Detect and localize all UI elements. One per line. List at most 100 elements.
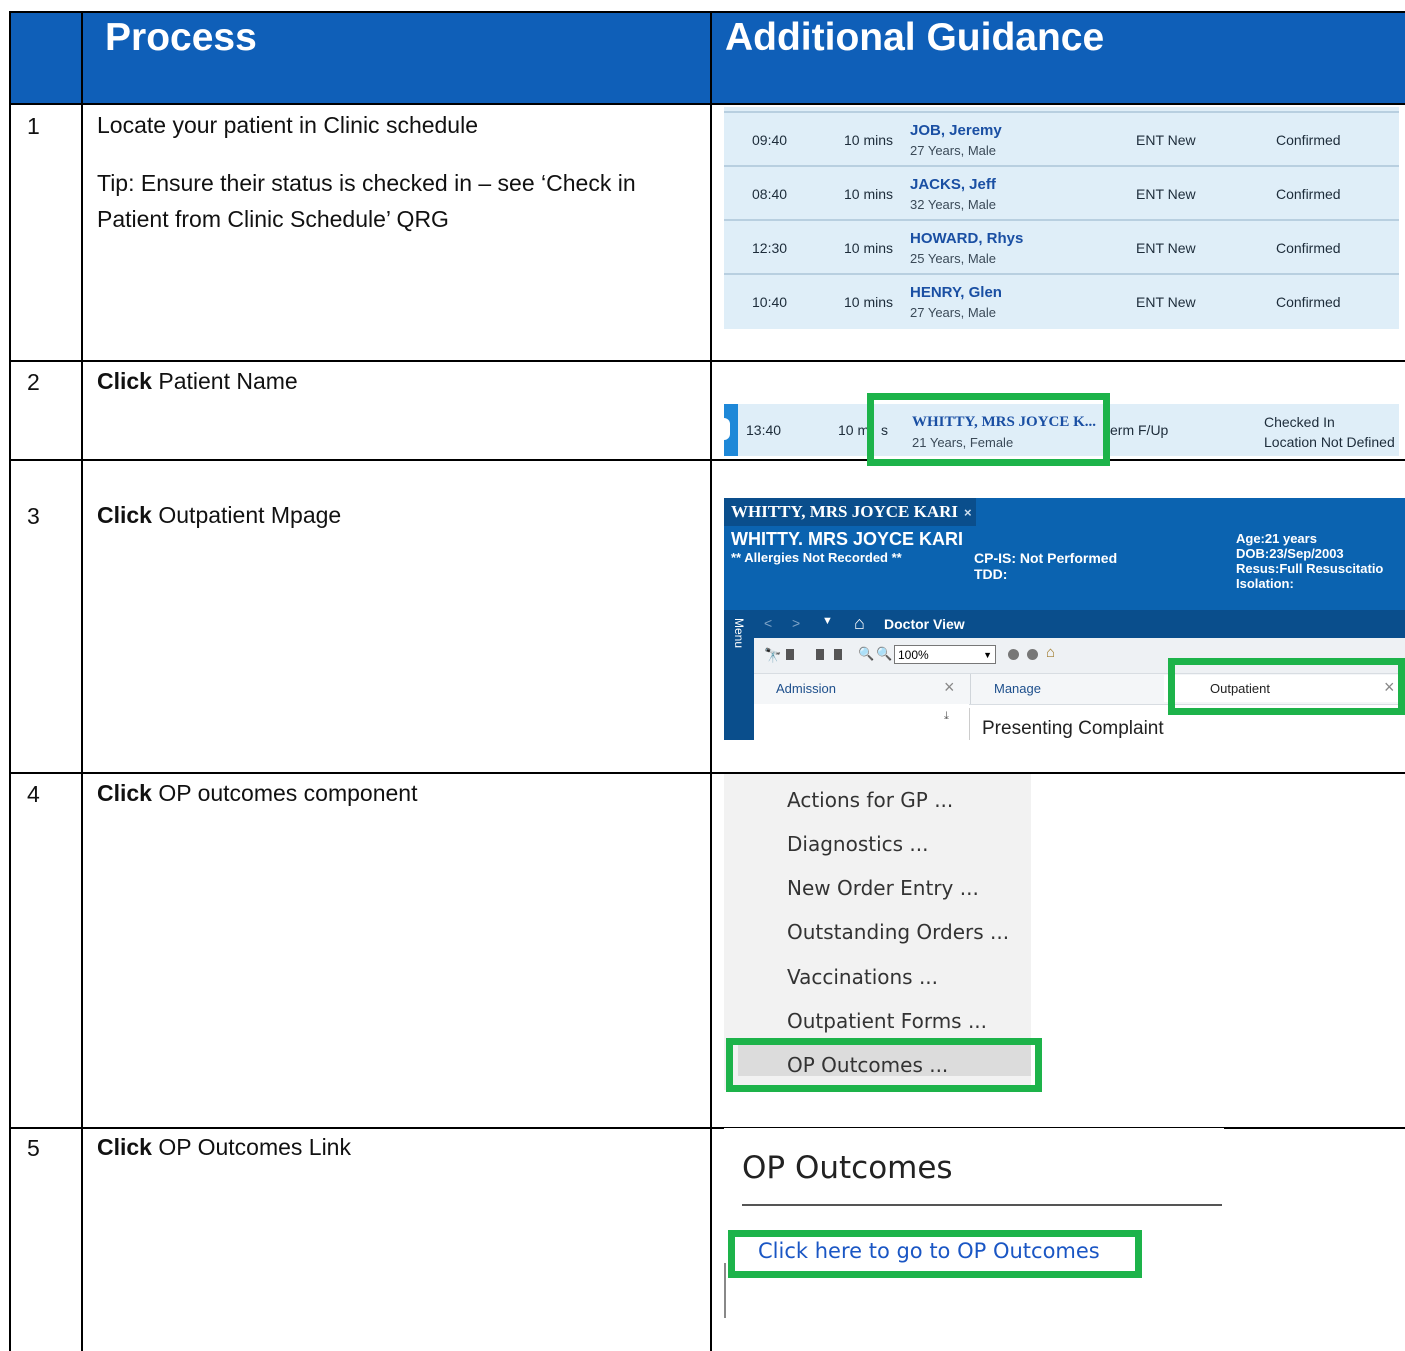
step-action: Patient Name xyxy=(151,368,298,394)
step-2-text: Click Patient Name xyxy=(97,355,707,408)
schedule-row[interactable]: 10:40 10 mins HENRY, Glen 27 Years, Male… xyxy=(724,273,1399,329)
appointment-status: Confirmed xyxy=(1276,132,1341,148)
tab-divider xyxy=(970,674,971,704)
appointment-status: Confirmed xyxy=(1276,240,1341,256)
patient-tab-label: WHITTY, MRS JOYCE KARI xyxy=(731,502,959,521)
appointment-type: erm F/Up xyxy=(1110,422,1169,438)
component-outpatient-forms[interactable]: Outpatient Forms ... xyxy=(787,1009,987,1033)
zoom-select[interactable]: 100% ▼ xyxy=(894,645,996,664)
zoom-in-icon[interactable]: 🔍 xyxy=(876,646,892,662)
appointment-time: 10:40 xyxy=(752,294,788,310)
zoom-out-icon[interactable]: 🔍 xyxy=(858,646,874,662)
forward-icon[interactable]: > xyxy=(792,615,800,631)
appointment-time: 12:30 xyxy=(752,240,788,256)
isolation-label: Isolation: xyxy=(1236,576,1294,591)
step-action: Outpatient Mpage xyxy=(151,502,342,528)
presenting-complaint-heading: Presenting Complaint xyxy=(982,718,1164,739)
age-label: Age:21 years xyxy=(1236,531,1317,546)
circle-icon[interactable] xyxy=(1027,649,1038,660)
print-icon[interactable] xyxy=(816,649,824,660)
binoculars-icon[interactable]: 🔭 xyxy=(764,647,781,664)
patient-name-link[interactable]: JOB, Jeremy xyxy=(910,122,1002,139)
doctor-view-label: Doctor View xyxy=(884,616,965,632)
appointment-status: Confirmed xyxy=(1276,186,1341,202)
tab-manage[interactable]: Manage xyxy=(994,681,1041,696)
panel-edge xyxy=(724,1263,726,1318)
home-icon[interactable]: ⌂ xyxy=(1046,644,1055,661)
step-3-text: Click Outpatient Mpage xyxy=(97,489,707,542)
title-rule xyxy=(742,1204,1222,1206)
column-divider-2 xyxy=(710,12,712,1351)
home-icon[interactable]: ⌂ xyxy=(854,613,865,634)
component-actions-for-gp[interactable]: Actions for GP ... xyxy=(787,788,953,812)
pin-icon[interactable]: ⤓ xyxy=(944,710,949,723)
highlight-box xyxy=(867,393,1110,466)
allergies-status: ** Allergies Not Recorded ** xyxy=(731,550,902,565)
patient-tab[interactable]: WHITTY, MRS JOYCE KARI × xyxy=(724,498,976,526)
patient-details: 25 Years, Male xyxy=(910,251,997,266)
appointment-time: 13:40 xyxy=(746,422,782,438)
component-outstanding-orders[interactable]: Outstanding Orders ... xyxy=(787,920,1009,944)
appointment-time: 09:40 xyxy=(752,132,788,148)
table-border-top xyxy=(9,11,1405,13)
print-icon[interactable] xyxy=(834,649,842,660)
resus-label: Resus:Full Resuscitatio xyxy=(1236,561,1384,576)
schedule-row[interactable]: 09:40 10 mins JOB, Jeremy 27 Years, Male… xyxy=(724,111,1399,167)
zoom-value: 100% xyxy=(898,648,929,662)
column-divider-1 xyxy=(81,12,83,1351)
step-1-text: Locate your patient in Clinic schedule xyxy=(97,112,479,138)
cpis-status: CP-IS: Not Performed xyxy=(974,550,1118,566)
close-icon[interactable]: × xyxy=(944,677,955,698)
patient-name-link[interactable]: JACKS, Jeff xyxy=(910,176,996,193)
clinic-schedule-screenshot: 09:40 10 mins JOB, Jeremy 27 Years, Male… xyxy=(724,107,1399,329)
appointment-type: ENT New xyxy=(1136,240,1196,256)
dob-label: DOB:23/Sep/2003 xyxy=(1236,546,1344,561)
table-border-left xyxy=(9,12,11,1351)
navigation-bar: < > ▼ ⌂ Doctor View xyxy=(724,610,1405,638)
component-new-order-entry[interactable]: New Order Entry ... xyxy=(787,876,979,900)
chevron-down-icon: ▼ xyxy=(983,650,992,660)
appointment-duration: 10 mins xyxy=(844,186,894,202)
side-panel: ⤓ xyxy=(754,704,969,740)
banner-patient-name: WHITTY. MRS JOYCE KARI xyxy=(731,529,964,549)
tdd-label: TDD: xyxy=(974,566,1008,582)
step-number: 2 xyxy=(27,369,40,395)
click-label: Click xyxy=(97,368,152,394)
appointment-duration: 10 mins xyxy=(844,132,894,148)
panel-divider xyxy=(969,708,970,740)
patient-details: 27 Years, Male xyxy=(910,305,997,320)
circle-icon[interactable] xyxy=(1008,649,1019,660)
step-5-text: Click OP Outcomes Link xyxy=(97,1121,707,1174)
page-icon[interactable] xyxy=(786,649,794,660)
close-icon[interactable]: × xyxy=(964,505,972,520)
chevron-down-icon[interactable]: ▼ xyxy=(822,615,833,627)
patient-name-link[interactable]: HOWARD, Rhys xyxy=(910,230,1023,247)
op-outcomes-screenshot: OP Outcomes Click here to go to OP Outco… xyxy=(724,1128,1224,1318)
patient-details: 27 Years, Male xyxy=(910,143,997,158)
step-4-text: Click OP outcomes component xyxy=(97,767,707,820)
highlight-box xyxy=(1168,658,1405,715)
highlight-box xyxy=(728,1230,1142,1278)
tab-admission[interactable]: Admission xyxy=(776,681,836,696)
component-diagnostics[interactable]: Diagnostics ... xyxy=(787,832,928,856)
component-vaccinations[interactable]: Vaccinations ... xyxy=(787,965,938,989)
header-process: Process xyxy=(105,16,257,59)
row-selection-bar xyxy=(724,404,738,456)
schedule-row[interactable]: 12:30 10 mins HOWARD, Rhys 25 Years, Mal… xyxy=(724,219,1399,275)
step-1-tip: Tip: Ensure their status is checked in –… xyxy=(97,170,636,232)
highlight-box xyxy=(726,1038,1042,1092)
appointment-status: Checked In xyxy=(1264,414,1335,430)
click-label: Click xyxy=(97,780,152,806)
header-guidance: Additional Guidance xyxy=(725,16,1105,59)
appointment-time: 08:40 xyxy=(752,186,788,202)
appointment-duration: 10 mins xyxy=(844,294,894,310)
menu-sidebar[interactable]: Menu xyxy=(724,610,754,740)
appointment-status: Confirmed xyxy=(1276,294,1341,310)
patient-name-link[interactable]: HENRY, Glen xyxy=(910,284,1002,301)
schedule-row[interactable]: 08:40 10 mins JACKS, Jeff 32 Years, Male… xyxy=(724,165,1399,221)
back-icon[interactable]: < xyxy=(764,615,772,631)
click-label: Click xyxy=(97,502,152,528)
step-number: 5 xyxy=(27,1135,40,1161)
appointment-type: ENT New xyxy=(1136,132,1196,148)
step-number: 4 xyxy=(27,781,40,807)
